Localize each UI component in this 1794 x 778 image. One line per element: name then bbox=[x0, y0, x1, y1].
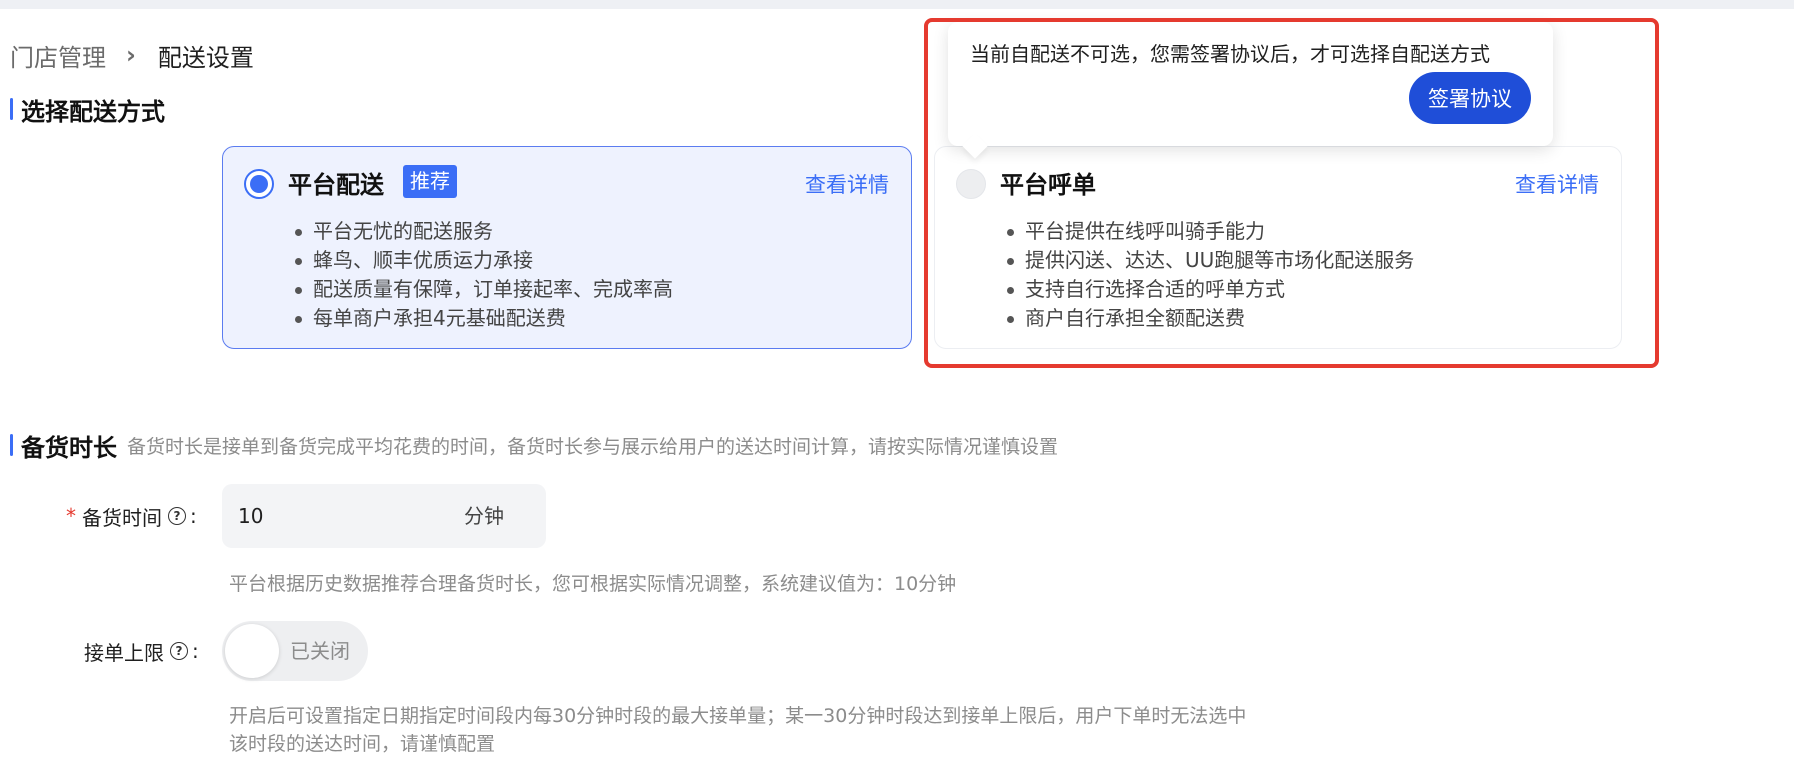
platform-view-details-link[interactable]: 查看详情 bbox=[805, 169, 889, 199]
recommended-badge: 推荐 bbox=[403, 165, 457, 198]
delivery-option-platform[interactable]: 平台配送 推荐 查看详情 平台无忧的配送服务 蜂鸟、顺丰优质运力承接 配送质量有… bbox=[222, 146, 912, 349]
stock-time-hint: 平台根据历史数据推荐合理备货时长，您可根据实际情况调整，系统建议值为：10分钟 bbox=[229, 573, 957, 595]
toggle-knob bbox=[225, 624, 279, 678]
breadcrumb: 门店管理 › 配送设置 bbox=[10, 38, 254, 72]
order-limit-hint-line1: 开启后可设置指定日期指定时间段内每30分钟时段的最大接单量；某一30分钟时段达到… bbox=[229, 705, 1247, 727]
stock-section-description: 备货时长是接单到备货完成平均花费的时间，备货时长参与展示给用户的送达时间计算，请… bbox=[127, 435, 1059, 458]
question-circle-icon[interactable]: ? bbox=[170, 642, 188, 660]
stock-time-label: * 备货时间 ? : bbox=[66, 502, 197, 530]
stock-section-title: 备货时长 备货时长是接单到备货完成平均花费的时间，备货时长参与展示给用户的送达时… bbox=[10, 428, 1058, 462]
label-colon: : bbox=[190, 504, 197, 528]
section-accent-bar bbox=[10, 434, 13, 456]
highlight-box bbox=[924, 18, 1659, 368]
list-item: 蜂鸟、顺丰优质运力承接 bbox=[295, 246, 673, 275]
stock-time-label-text: 备货时间 bbox=[82, 505, 162, 530]
list-item: 配送质量有保障，订单接起率、完成率高 bbox=[295, 275, 673, 304]
list-item: 每单商户承担4元基础配送费 bbox=[295, 304, 673, 333]
required-mark: * bbox=[66, 504, 76, 528]
order-limit-hint-line2: 该时段的送达时间，请谨慎配置 bbox=[229, 733, 496, 755]
stock-time-unit: 分钟 bbox=[464, 504, 504, 528]
toggle-status-text: 已关闭 bbox=[290, 639, 350, 663]
stock-section-heading: 备货时长 bbox=[21, 433, 117, 462]
question-circle-icon[interactable]: ? bbox=[168, 507, 186, 525]
order-limit-toggle[interactable]: 已关闭 bbox=[222, 621, 368, 681]
platform-feature-list: 平台无忧的配送服务 蜂鸟、顺丰优质运力承接 配送质量有保障，订单接起率、完成率高… bbox=[295, 217, 673, 333]
stock-time-value[interactable]: 10 bbox=[238, 484, 263, 548]
order-limit-label-text: 接单上限 bbox=[84, 640, 164, 665]
stock-time-input[interactable]: 10 分钟 bbox=[222, 484, 546, 548]
platform-radio[interactable] bbox=[244, 169, 274, 199]
section-accent-bar bbox=[10, 98, 13, 120]
breadcrumb-current: 配送设置 bbox=[157, 43, 254, 72]
delivery-section-title: 选择配送方式 bbox=[10, 92, 165, 126]
label-colon: : bbox=[192, 639, 199, 663]
breadcrumb-store-management[interactable]: 门店管理 bbox=[10, 38, 106, 73]
chevron-right-icon: › bbox=[126, 41, 136, 69]
platform-title: 平台配送 bbox=[288, 171, 384, 199]
list-item: 平台无忧的配送服务 bbox=[295, 217, 673, 246]
order-limit-label: 接单上限 ? : bbox=[84, 637, 199, 665]
top-strip bbox=[0, 0, 1794, 9]
delivery-section-heading: 选择配送方式 bbox=[21, 97, 165, 126]
